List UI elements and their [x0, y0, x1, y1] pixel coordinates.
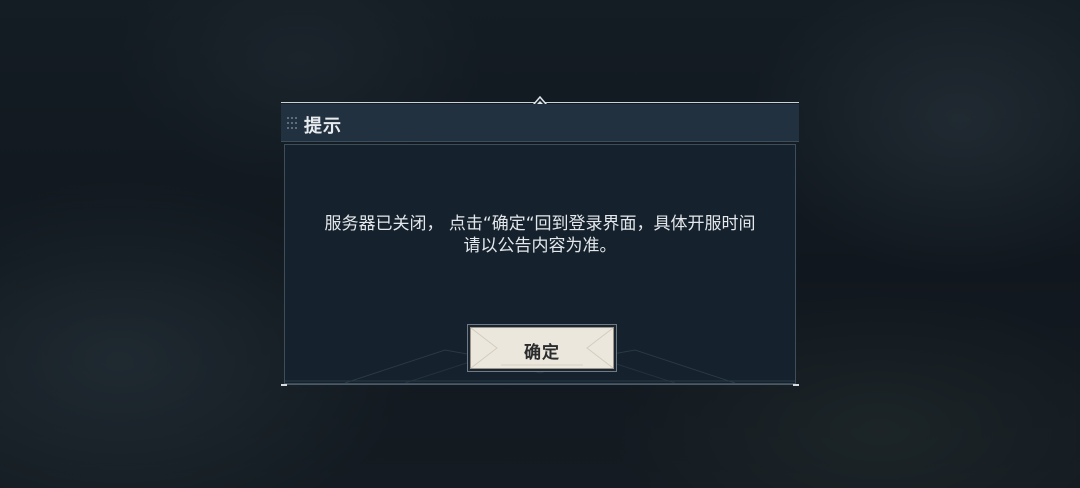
- dialog-header[interactable]: 提示: [281, 104, 799, 142]
- dialog-message: 服务器已关闭， 点击“确定“回到登录界面，具体开服时间 请以公告内容为准。: [295, 213, 785, 257]
- confirm-button[interactable]: 确定: [470, 327, 614, 369]
- drag-grip-icon: [287, 117, 297, 129]
- confirm-button-label: 确定: [524, 343, 560, 363]
- dialog-body: 服务器已关闭， 点击“确定“回到登录界面，具体开服时间 请以公告内容为准。 确定: [284, 144, 796, 384]
- notice-dialog: 提示 服务器已关闭， 点击“确定“回到登录界面，具体开服时间 请以公告内容为准。…: [281, 96, 799, 386]
- corner-marker-right: [793, 384, 799, 386]
- dialog-title: 提示: [304, 116, 342, 137]
- message-line-2: 请以公告内容为准。: [463, 236, 617, 256]
- message-line-1: 服务器已关闭， 点击“确定“回到登录界面，具体开服时间: [324, 214, 756, 234]
- dialog-bottom-border: [281, 384, 799, 385]
- corner-marker-left: [281, 384, 287, 386]
